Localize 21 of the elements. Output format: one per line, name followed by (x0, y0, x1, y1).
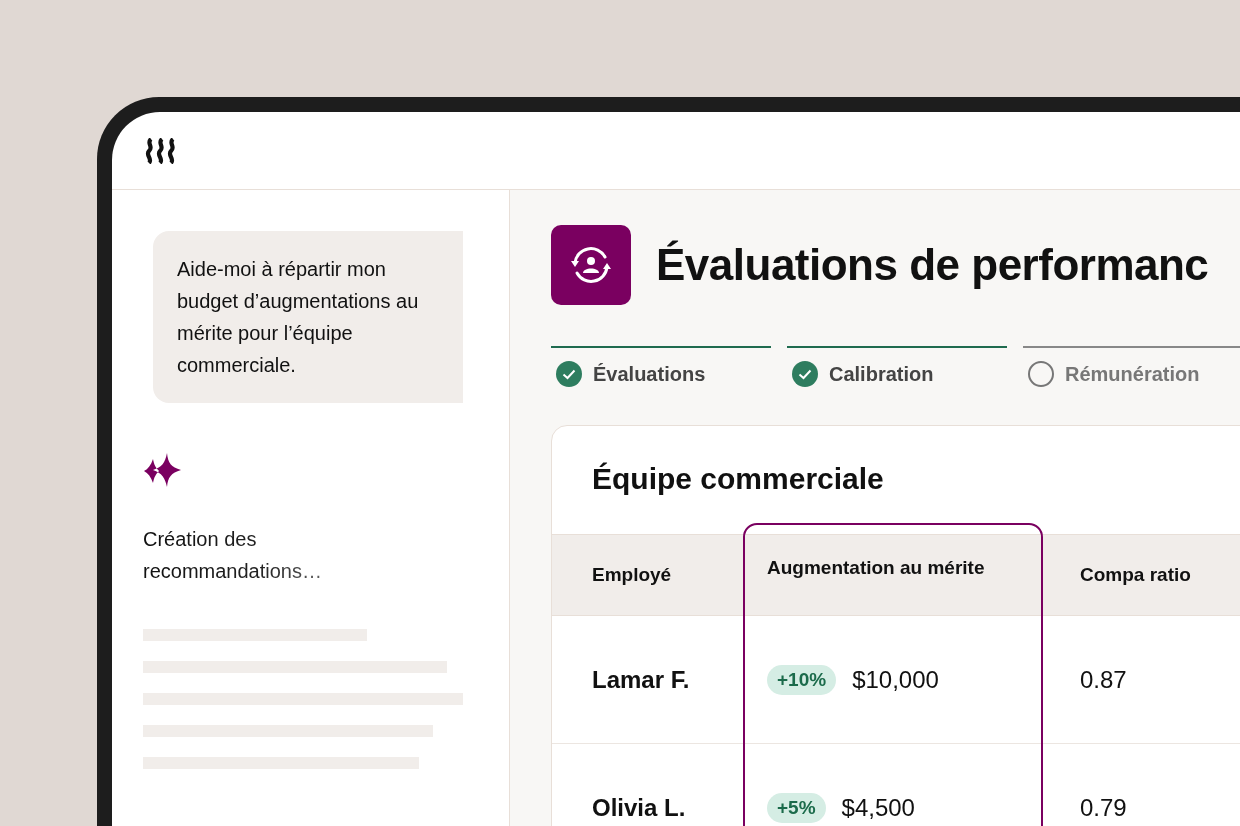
increase-badge: +10% (767, 664, 837, 695)
check-circle-icon (556, 361, 582, 387)
progress-step[interactable]: Calibration (787, 346, 1007, 387)
empty-circle-icon (1028, 361, 1054, 387)
chat-message: Aide-moi à répartir mon budget d’augmentations au mérite pour l’équipe commerciale. (153, 231, 463, 403)
table-cell: $4,500 (841, 793, 915, 822)
progress-step[interactable]: Rémunération (1023, 346, 1240, 387)
page-title: Évaluations de performanc (656, 240, 1209, 290)
card-title: Équipe commerciale (591, 461, 885, 497)
table-cell: $10,000 (852, 665, 939, 694)
column-header: Augmentation au mérite (766, 556, 986, 579)
column-header: Compa ratio (1079, 564, 1191, 586)
table-cell-text: Olivia L. (591, 793, 687, 822)
table-cell-text: 0.87 (1079, 665, 1127, 694)
check-circle-icon (792, 361, 818, 387)
progress-step[interactable]: Évaluations (551, 346, 771, 387)
increase-badge: +5% (767, 792, 826, 823)
column-header: Employé (591, 564, 673, 586)
table-cell-text: Lamar F. (591, 665, 691, 694)
table-cell-text: 0.79 (1079, 793, 1127, 822)
review-cycle-icon (551, 225, 631, 305)
